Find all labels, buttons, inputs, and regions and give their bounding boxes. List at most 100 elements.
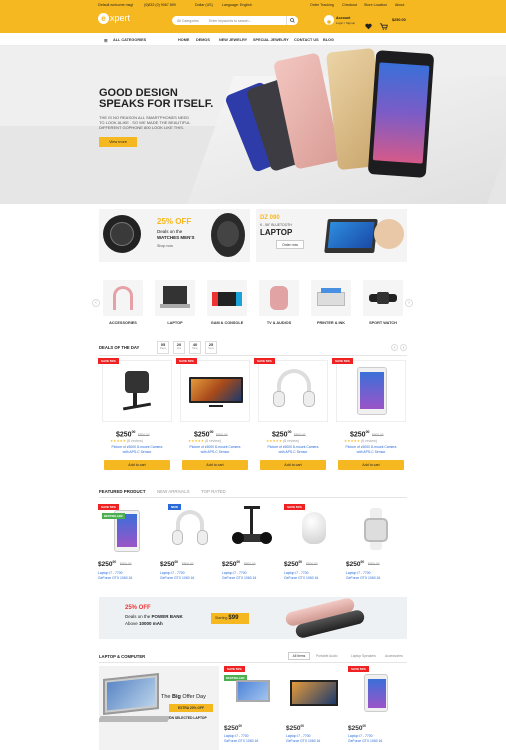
big-offer-banner[interactable]: The Big Offer Day EXTRA 20% OFF ON SELEC… — [99, 666, 219, 750]
nav-item-demos[interactable]: DEMOS — [196, 38, 210, 42]
product-description[interactable]: Picture of z5000 8-mount Camera with APS-… — [98, 445, 176, 454]
product-description[interactable]: Laptop i7 - 7700 GeForce GTX 1060 16 — [284, 571, 344, 580]
laptop-product-card[interactable]: SAVE 50% BESTSELLER $25000 Laptop i7 - 7… — [224, 666, 280, 750]
tab-portable-audio[interactable]: Portable Audio — [316, 654, 337, 658]
nav-item-blog[interactable]: BLOG — [323, 38, 334, 42]
laptop-product-card[interactable]: $25000 Laptop i7 - 7700 GeForce GTX 1060 … — [286, 666, 342, 750]
product-description[interactable]: Laptop i7 - 7700 GeForce GTX 1060 16 — [222, 571, 282, 580]
product-description[interactable]: Laptop i7 - 7700 GeForce GTX 1060 16 — [346, 571, 406, 580]
printer-image — [311, 280, 351, 316]
nav-item-home[interactable]: HOME — [178, 38, 189, 42]
tab-top-rated[interactable]: TOP RATED — [201, 489, 226, 494]
add-to-cart-button[interactable]: Add to cart — [338, 460, 404, 470]
sale-badge: SAVE 50% — [284, 504, 305, 510]
deal-card[interactable]: SAVE 50% $25000 $500.00 ★★★★★ (6 review)… — [176, 358, 254, 476]
currency-select[interactable]: Dollar (US) — [195, 3, 213, 7]
logo-badge[interactable]: e — [98, 13, 109, 24]
add-to-cart-button[interactable]: Add to cart — [182, 460, 248, 470]
add-to-cart-button[interactable]: Add to cart — [260, 460, 326, 470]
sale-badge: SAVE 50% — [224, 666, 245, 672]
store-location-link[interactable]: Store Location — [364, 3, 387, 7]
product-description[interactable]: Laptop i7 - 7700 GeForce GTX 1060 16 — [160, 571, 220, 580]
deal-card[interactable]: SAVE 50% $25000 $500.00 ★★★★★ (6 review)… — [254, 358, 332, 476]
tab-accessories[interactable]: Accessories — [385, 654, 403, 658]
laptop-product-card[interactable]: SAVE 50% $25000 Laptop i7 - 7700 GeForce … — [348, 666, 404, 750]
nav-item-contact-us[interactable]: CONTACT US — [294, 38, 319, 42]
order-tracking-link[interactable]: Order Tracking — [310, 3, 334, 7]
category-tv-audio[interactable]: TV & AUDIOS — [256, 278, 302, 330]
menu-icon[interactable]: ☰ — [104, 38, 107, 43]
timer-mins: 40 Mins — [189, 341, 201, 354]
product-description[interactable]: Picture of z5000 8-mount Camera with APS-… — [254, 445, 332, 454]
language-select[interactable]: Language: English — [222, 3, 252, 7]
nav-item-new-jewelry[interactable]: NEW JEWELRY — [219, 38, 247, 42]
product-description[interactable]: Picture of z5000 8-mount Camera with APS-… — [332, 445, 410, 454]
laptop-banner[interactable]: DZ 090 K - 56" BLUETOOTH LAPTOP Order no… — [256, 209, 407, 262]
watch-banner-cta[interactable]: Shop now — [157, 244, 173, 248]
deal-card[interactable]: SAVE 50% $25000 $500.00 ★★★★★ (6 review)… — [332, 358, 410, 476]
deals-prev-arrow[interactable]: ‹ — [391, 344, 398, 351]
all-categories-button[interactable]: ALL CATEGORIES — [113, 38, 146, 42]
category-prev-arrow[interactable]: ‹ — [92, 299, 100, 307]
power-bank-price-tag[interactable]: Starting $99 — [211, 613, 249, 624]
laptop-image — [324, 219, 378, 253]
category-laptop[interactable]: LAPTOP — [152, 278, 198, 330]
laptop-section-title: LAPTOP & COMPUTER — [99, 654, 146, 659]
laptop-image — [155, 280, 195, 316]
account-label[interactable]: Account — [336, 16, 350, 20]
category-accessories[interactable]: ACCESSORIES — [100, 278, 146, 330]
power-bank-banner[interactable]: 25% OFF Deals on the POWER BANK Above 10… — [99, 597, 407, 639]
category-label: GAM & CONSOLE — [210, 321, 244, 325]
product-image — [364, 674, 388, 712]
product-description[interactable]: Laptop i7 - 7700 GeForce GTX 1060 16 — [98, 571, 158, 580]
category-label: PRINTER & INK — [316, 321, 346, 325]
laptop-banner-order-button[interactable]: Order now — [276, 240, 304, 249]
product-description[interactable]: Picture of z5000 8-mount Camera with APS-… — [176, 445, 254, 454]
search-input[interactable]: Enter keywords to search... — [209, 19, 251, 23]
laptop-promo-image — [103, 673, 159, 715]
category-label: SPORT WATCH — [369, 321, 397, 325]
deal-card[interactable]: SAVE 50% $25000 $500.00 ★★★★★ (6 review)… — [98, 358, 176, 476]
featured-product-card[interactable]: SAVE 50% BESTSELLER $25000 $500.00 Lapto… — [98, 504, 158, 584]
checkout-link[interactable]: Checkout — [342, 3, 357, 7]
sport-watch-image — [363, 280, 403, 316]
sale-badge: SAVE 50% — [254, 358, 275, 364]
cart-total[interactable]: $250.00 — [392, 18, 406, 22]
phone-front-image — [367, 50, 435, 178]
rating-stars: ★★★★★ (6 review) — [188, 439, 221, 443]
search-category-select[interactable]: All Categories — [177, 19, 199, 23]
category-game-console[interactable]: GAM & CONSOLE — [204, 278, 250, 330]
tab-laptop-speakers[interactable]: Laptop Speakers — [351, 654, 376, 658]
product-description[interactable]: Laptop i7 - 7700 GeForce GTX 1060 16 — [286, 734, 342, 743]
featured-product-card[interactable]: $25000 $500.00 Laptop i7 - 7700 GeForce G… — [346, 504, 406, 584]
account-sub[interactable]: Login / Signup — [336, 21, 355, 25]
tab-featured-product[interactable]: FEATURED PRODUCT — [99, 489, 146, 494]
old-price: $500.00 — [120, 562, 132, 566]
account-icon[interactable] — [324, 15, 334, 26]
category-next-arrow[interactable]: › — [405, 299, 413, 307]
tab-new-arrivals[interactable]: NEW ARRIVALS — [157, 489, 190, 494]
product-image — [286, 504, 342, 554]
product-description[interactable]: Laptop i7 - 7700 GeForce GTX 1060 16 — [224, 734, 280, 743]
watch-image — [103, 215, 141, 253]
featured-product-card[interactable]: NEW $25000 $500.00 Laptop i7 - 7700 GeFor… — [160, 504, 220, 584]
add-to-cart-button[interactable]: Add to cart — [104, 460, 170, 470]
watch-banner[interactable]: 25% OFF Deals on the WATCHES MEN'S Shop … — [99, 209, 250, 262]
category-label: ACCESSORIES — [109, 321, 137, 325]
console-image — [207, 280, 247, 316]
hero-view-more-button[interactable]: View more — [99, 137, 137, 147]
about-link[interactable]: About — [395, 3, 404, 7]
product-description[interactable]: Laptop i7 - 7700 GeForce GTX 1060 16 — [348, 734, 404, 743]
search-button[interactable] — [286, 16, 298, 25]
product-image — [100, 504, 156, 554]
featured-product-card[interactable]: $25000 $500.00 Laptop i7 - 7700 GeForce G… — [222, 504, 282, 584]
old-price: $500.00 — [372, 433, 384, 437]
logo-text[interactable]: xpert — [110, 13, 130, 24]
category-printer-ink[interactable]: PRINTER & INK — [308, 278, 354, 330]
nav-item-special-jewelry[interactable]: SPECIAL JEWELRY — [253, 38, 289, 42]
category-sport-watch[interactable]: SPORT WATCH — [360, 278, 406, 330]
tab-all-items[interactable]: All Items — [288, 652, 310, 660]
deals-next-arrow[interactable]: › — [400, 344, 407, 351]
featured-product-card[interactable]: SAVE 50% $25000 $500.00 Laptop i7 - 7700… — [284, 504, 344, 584]
timer-days: 05 Days — [157, 341, 169, 354]
